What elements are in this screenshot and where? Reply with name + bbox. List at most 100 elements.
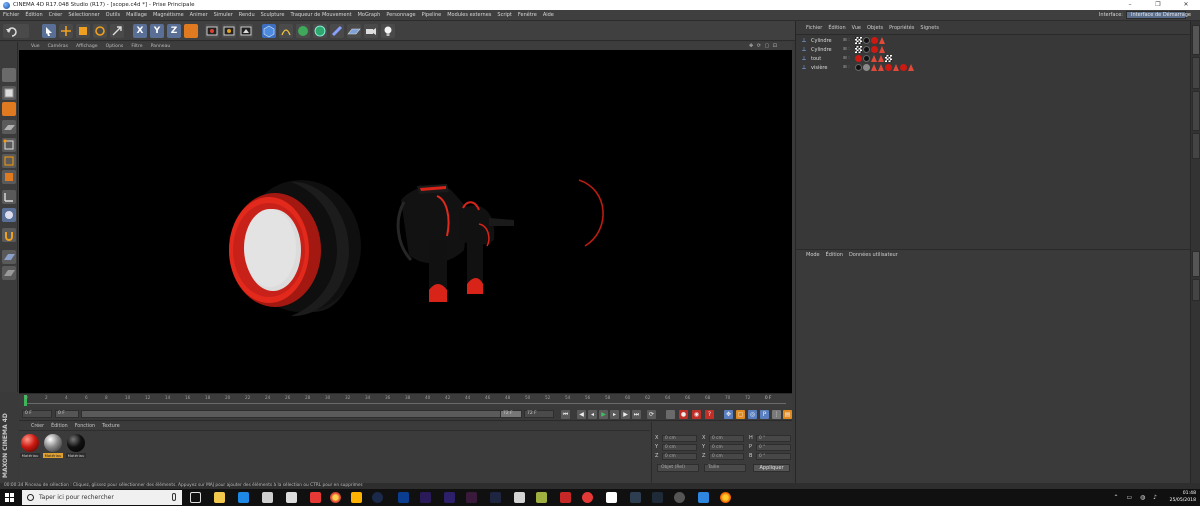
menu-script[interactable]: Script bbox=[497, 12, 512, 18]
selection-tag-icon[interactable] bbox=[871, 55, 877, 62]
current-frame-field[interactable]: 0 F bbox=[22, 410, 52, 418]
grid-icon[interactable] bbox=[2, 266, 16, 280]
cinema4d-taskbar-icon[interactable] bbox=[372, 492, 383, 503]
visibility-toggle[interactable]: ⊞ : bbox=[843, 38, 855, 43]
previous-frame-icon[interactable]: ◂ bbox=[588, 410, 597, 419]
subdivision-icon[interactable] bbox=[296, 24, 310, 38]
light-icon[interactable] bbox=[381, 24, 395, 38]
render-picture-viewer-icon[interactable] bbox=[222, 24, 236, 38]
selection-tag-icon[interactable] bbox=[879, 37, 885, 44]
menu-fenetre[interactable]: Fenêtre bbox=[518, 12, 537, 18]
steam-icon[interactable] bbox=[652, 492, 663, 503]
key-rotation-icon[interactable]: ◎ bbox=[748, 410, 757, 419]
maximize-button[interactable]: ❐ bbox=[1144, 0, 1172, 10]
objects-menu-signets[interactable]: Signets bbox=[920, 25, 939, 31]
axis-mode-icon[interactable] bbox=[2, 190, 16, 204]
viewport-menu-options[interactable]: Options bbox=[106, 44, 124, 49]
media-player-icon[interactable] bbox=[310, 492, 321, 503]
material-menu-edition[interactable]: Édition bbox=[51, 424, 68, 429]
play-icon[interactable]: ▶ bbox=[599, 410, 608, 419]
attributes-menu-edition[interactable]: Édition bbox=[826, 252, 843, 258]
illustrator-icon[interactable] bbox=[490, 492, 501, 503]
content-browser-side-tab[interactable] bbox=[1192, 57, 1200, 89]
viewport-menu-filtre[interactable]: Filtre bbox=[131, 44, 142, 49]
winamp-icon[interactable] bbox=[536, 492, 547, 503]
filezilla-icon[interactable] bbox=[560, 492, 571, 503]
material-menu-creer[interactable]: Créer bbox=[31, 424, 44, 429]
microphone-icon[interactable] bbox=[172, 493, 176, 501]
file-explorer-icon[interactable] bbox=[214, 492, 225, 503]
floor-icon[interactable] bbox=[347, 24, 361, 38]
size-y-field[interactable]: 0 cm bbox=[709, 443, 744, 451]
texture-mode-icon[interactable] bbox=[2, 102, 16, 116]
edge-browser-icon[interactable] bbox=[238, 492, 249, 503]
interface-dropdown[interactable]: Interface de Démarrage bbox=[1126, 11, 1191, 19]
cube-icon[interactable] bbox=[262, 24, 276, 38]
attributes-menu-mode[interactable]: Mode bbox=[806, 252, 820, 258]
object-row[interactable]: ⟂ visière ⊞ : bbox=[796, 63, 1191, 72]
notepad-icon[interactable] bbox=[514, 492, 525, 503]
material-swatch-grey[interactable]: Matériau bbox=[43, 434, 63, 458]
attributes-menu-donnees-utilisateur[interactable]: Données utilisateur bbox=[849, 252, 898, 258]
opera-icon[interactable] bbox=[582, 492, 593, 503]
taskbar-search-box[interactable]: Taper ici pour rechercher bbox=[22, 490, 182, 505]
workplane-icon[interactable] bbox=[2, 120, 16, 134]
menu-edition[interactable]: Édition bbox=[25, 12, 42, 18]
menu-traqueur[interactable]: Traqueur de Mouvement bbox=[290, 12, 351, 18]
object-name[interactable]: tout bbox=[811, 56, 843, 62]
key-help-icon[interactable]: ? bbox=[705, 410, 714, 419]
menu-selectionner[interactable]: Sélectionner bbox=[68, 12, 99, 18]
attributes-side-tab[interactable] bbox=[1192, 251, 1200, 277]
autokey-icon[interactable]: ◉ bbox=[692, 410, 701, 419]
folder-icon[interactable] bbox=[630, 492, 641, 503]
objects-side-tab[interactable] bbox=[1192, 25, 1200, 55]
size-z-field[interactable]: 0 cm bbox=[709, 452, 744, 460]
model-mode-icon[interactable] bbox=[2, 86, 16, 100]
keyframe-selection-icon[interactable] bbox=[666, 410, 675, 419]
size-mode-dropdown[interactable]: Taille bbox=[704, 464, 746, 472]
menu-maillage[interactable]: Maillage bbox=[126, 12, 147, 18]
menu-outils[interactable]: Outils bbox=[106, 12, 120, 18]
menu-simuler[interactable]: Simuler bbox=[214, 12, 233, 18]
position-x-field[interactable]: 0 cm bbox=[662, 434, 697, 442]
viewport-menu-cameras[interactable]: Caméras bbox=[48, 44, 68, 49]
next-frame-icon[interactable]: ▸ bbox=[610, 410, 619, 419]
photoshop-icon[interactable] bbox=[398, 492, 409, 503]
menu-rendu[interactable]: Rendu bbox=[239, 12, 255, 18]
loop-icon[interactable]: ⟳ bbox=[647, 410, 656, 419]
array-icon[interactable] bbox=[313, 24, 327, 38]
scale-icon[interactable] bbox=[76, 24, 90, 38]
material-swatch-red[interactable]: Matériau bbox=[20, 434, 40, 458]
layer-side-tab[interactable] bbox=[1192, 279, 1200, 301]
material-tag-icon[interactable] bbox=[855, 64, 862, 71]
snap-icon[interactable] bbox=[2, 228, 16, 242]
material-tag-icon[interactable] bbox=[885, 64, 892, 71]
material-tag-icon[interactable] bbox=[871, 37, 878, 44]
position-z-field[interactable]: 0 cm bbox=[662, 452, 697, 460]
menu-magnetisme[interactable]: Magnétisme bbox=[153, 12, 184, 18]
viewport-menu-affichage[interactable]: Affichage bbox=[76, 44, 98, 49]
document-icon[interactable] bbox=[606, 492, 617, 503]
render-view-icon[interactable] bbox=[205, 24, 219, 38]
axis-z-button[interactable]: Z bbox=[167, 24, 181, 38]
phong-tag-icon[interactable] bbox=[885, 55, 892, 62]
object-name[interactable]: Cylindre bbox=[811, 38, 843, 44]
layers-side-tab[interactable] bbox=[1192, 133, 1200, 159]
objects-menu-edition[interactable]: Édition bbox=[828, 25, 845, 31]
min-frame-field[interactable]: 0 F bbox=[55, 410, 79, 418]
viewport-menu-vue[interactable]: Vue bbox=[31, 44, 40, 49]
tweak-mode-icon[interactable] bbox=[2, 208, 16, 222]
timeline-window-icon[interactable]: ▤ bbox=[783, 410, 792, 419]
axis-x-button[interactable]: X bbox=[133, 24, 147, 38]
selection-tag-icon[interactable] bbox=[893, 64, 899, 71]
material-swatch-black[interactable]: Matériau bbox=[66, 434, 86, 458]
menu-modules-externes[interactable]: Modules externes bbox=[447, 12, 491, 18]
menu-mograph[interactable]: MoGraph bbox=[358, 12, 381, 18]
timeline-ruler[interactable]: 0 2 4 6 8 10 12 14 16 18 20 22 24 26 28 … bbox=[19, 393, 792, 407]
mail-icon[interactable] bbox=[286, 492, 297, 503]
go-to-start-icon[interactable]: ⏮ bbox=[561, 410, 570, 419]
object-row[interactable]: ⟂ Cylindre ⊞ : bbox=[796, 45, 1191, 54]
close-button[interactable]: ✕ bbox=[1172, 0, 1200, 10]
points-mode-icon[interactable] bbox=[2, 138, 16, 152]
render-settings-icon[interactable] bbox=[239, 24, 253, 38]
